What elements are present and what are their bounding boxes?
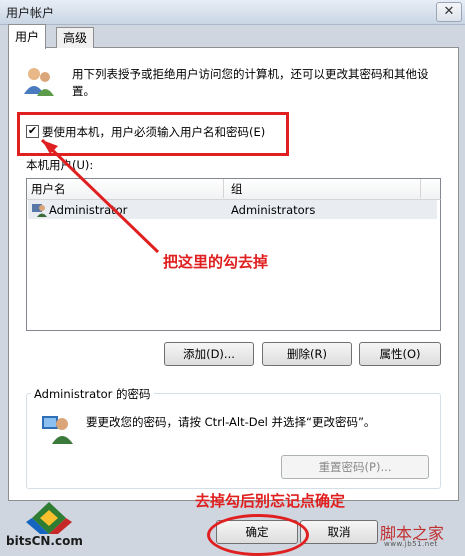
annotation-ok-note: 去掉勾后别忘记点确定 — [195, 492, 346, 510]
properties-button[interactable]: 属性(O) — [359, 342, 441, 366]
tab-users[interactable]: 用户 — [8, 24, 47, 49]
watermark-right-url: www.jb51.net — [384, 540, 438, 548]
reset-password-button[interactable]: 重置密码(P)... — [281, 455, 429, 479]
password-groupbox-title: Administrator 的密码 — [31, 386, 154, 402]
annotation-uncheck-note: 把这里的勾去掉 — [163, 253, 269, 271]
watermark-left: bitsCN.com — [6, 534, 83, 548]
remove-button[interactable]: 删除(R) — [262, 342, 352, 366]
add-button[interactable]: 添加(D)... — [164, 342, 254, 366]
password-instructions: 要更改您的密码，请按 Ctrl-Alt-Del 并选择“更改密码”。 — [86, 415, 376, 429]
ok-circle-annotation — [207, 514, 309, 556]
password-user-icon — [42, 416, 73, 444]
cancel-button[interactable]: 取消 — [300, 520, 378, 544]
